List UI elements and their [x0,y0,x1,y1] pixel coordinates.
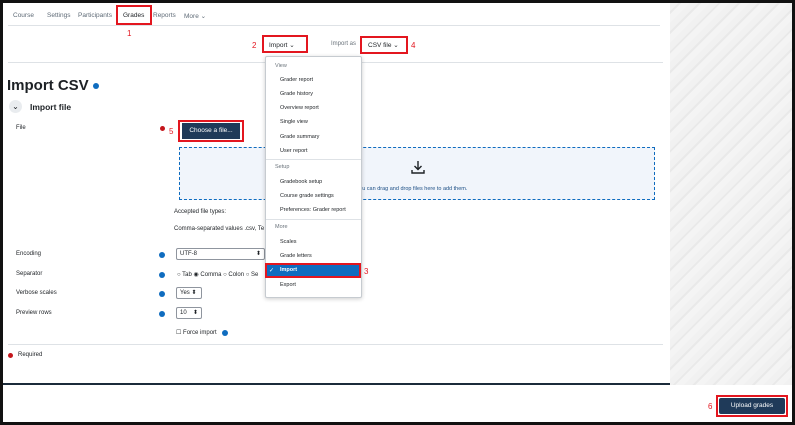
help-icon[interactable] [222,330,228,336]
verbose-scales-select[interactable]: Yes ⬍ [176,287,202,299]
help-icon[interactable] [159,272,165,278]
verbose-scales-label: Verbose scales [16,290,57,296]
accepted-types-label: Accepted file types: [174,209,227,215]
menu-divider [266,159,361,160]
annotation-box-csv [360,36,408,54]
import-dropdown-menu: View Grader report Grade history Overvie… [265,56,362,298]
annotation-box-grades [116,5,152,25]
menu-item-grader-report[interactable]: Grader report [280,77,313,83]
download-icon [411,161,425,174]
preview-rows-select[interactable]: 10 ⬍ [176,307,202,319]
menu-item-user-report[interactable]: User report [280,148,308,154]
required-note: Required [18,352,43,358]
menu-item-course-grade-settings[interactable]: Course grade settings [280,193,334,199]
nav-divider [8,25,660,26]
nav-reports[interactable]: Reports [153,12,176,19]
nav-more[interactable]: More ⌄ [184,12,206,20]
help-icon[interactable] [159,252,165,258]
menu-item-export[interactable]: Export [280,282,296,288]
menu-header-setup: Setup [275,164,290,170]
menu-item-overview-report[interactable]: Overview report [280,105,319,111]
annotation-box-choose-file [178,120,244,142]
separator-label: Separator [16,271,43,277]
bottom-action-bar: 6 Upload grades [3,385,792,422]
help-icon[interactable] [159,291,165,297]
annotation-label-4: 4 [411,41,416,50]
annotation-label-3: 3 [364,267,369,276]
menu-item-grade-history[interactable]: Grade history [280,91,313,97]
info-icon [92,83,99,90]
separator-radios[interactable]: ○ Tab ◉ Comma ○ Colon ○ Se [177,271,258,278]
page-title: Import CSV [7,77,99,94]
menu-header-view: View [275,63,287,69]
required-icon [8,353,13,358]
menu-divider [266,219,361,220]
collapse-chevron-icon[interactable]: ⌄ [9,100,22,113]
required-icon [160,126,165,131]
annotation-label-2: 2 [252,41,257,50]
annotation-label-5: 5 [169,127,174,136]
background-texture [670,3,792,385]
help-icon[interactable] [159,311,165,317]
annotation-box-upload [716,395,788,417]
menu-item-grade-summary[interactable]: Grade summary [280,134,319,140]
page-content: Course Settings Participants Grades Repo… [3,3,670,385]
encoding-label: Encoding [16,251,42,257]
section-title: Import file [30,102,72,112]
menu-header-more: More [275,224,288,230]
import-as-label: Import as [331,41,357,47]
drop-zone-text: You can drag and drop files here to add … [356,186,468,192]
nav-participants[interactable]: Participants [78,12,112,19]
annotation-label-6: 6 [708,402,713,411]
menu-item-scales[interactable]: Scales [280,239,297,245]
file-label: File [16,125,26,131]
menu-item-preferences-grader-report[interactable]: Preferences: Grader report [280,207,346,213]
nav-settings[interactable]: Settings [47,12,71,19]
form-divider [8,344,663,345]
annotation-box-import-item [265,263,361,278]
file-drop-zone[interactable]: You can drag and drop files here to add … [179,147,655,200]
menu-item-single-view[interactable]: Single view [280,119,308,125]
menu-item-gradebook-setup[interactable]: Gradebook setup [280,179,322,185]
menu-item-grade-letters[interactable]: Grade letters [280,253,312,259]
accepted-types-value: Comma-separated values .csv, Te [174,226,265,232]
encoding-select[interactable]: UTF-8 ⬍ [176,248,265,260]
force-import-checkbox[interactable]: ☐ Force import [176,329,217,336]
preview-rows-label: Preview rows [16,310,52,316]
nav-course[interactable]: Course [13,12,34,19]
annotation-label-1: 1 [127,29,132,38]
annotation-box-import [262,35,308,53]
